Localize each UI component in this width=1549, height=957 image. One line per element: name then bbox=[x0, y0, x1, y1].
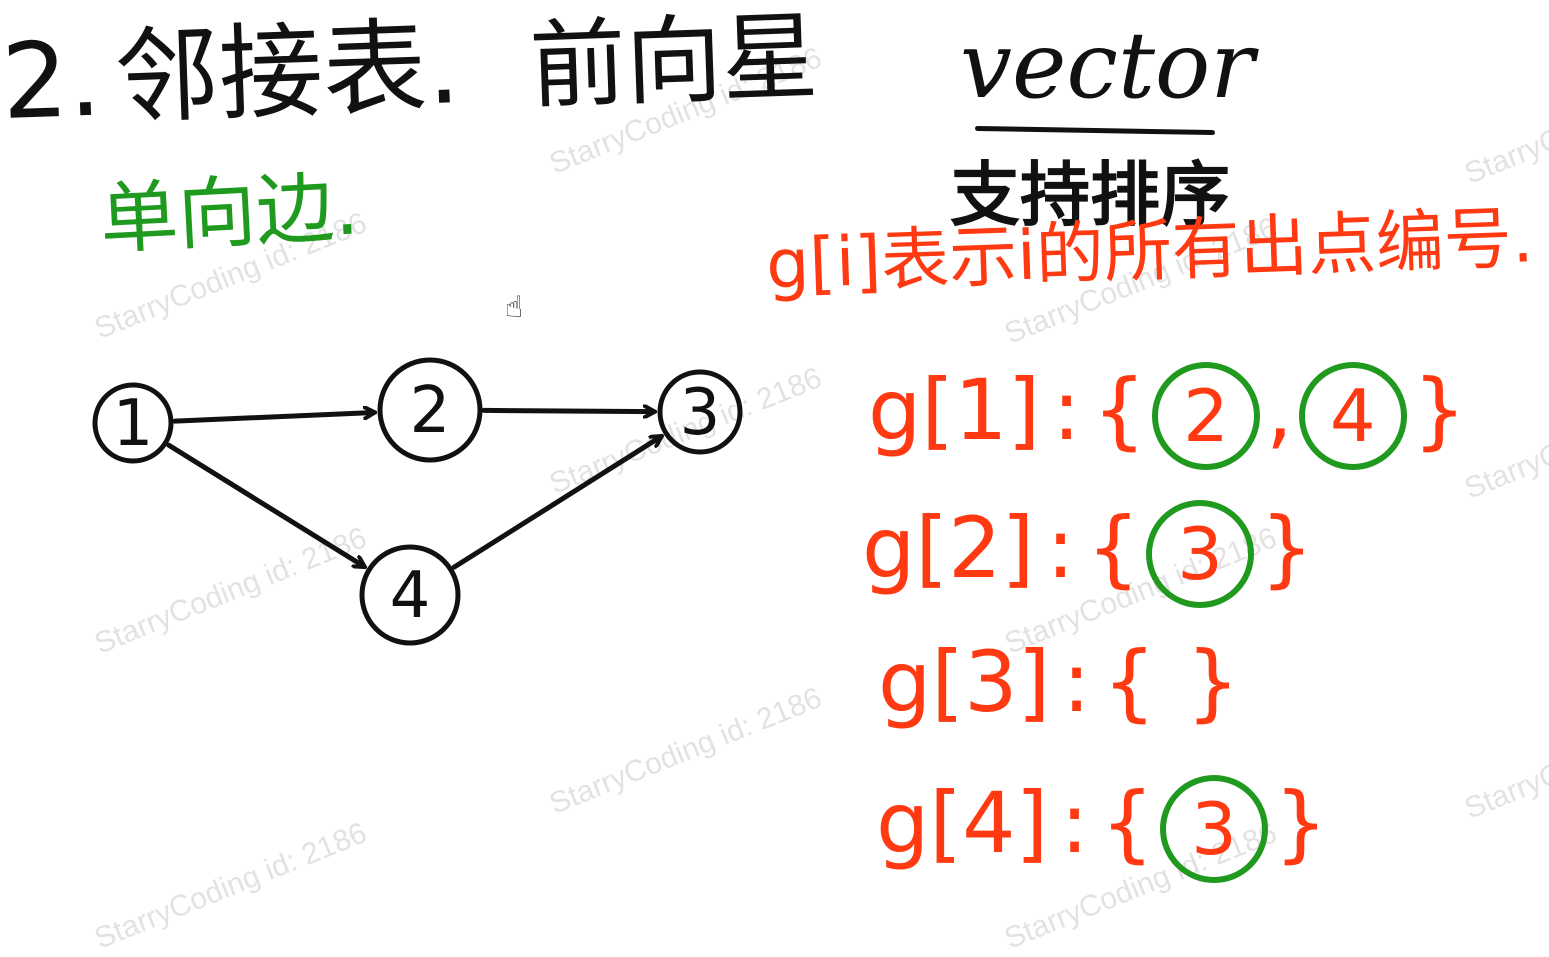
adjacency-row: g[2]:{3} bbox=[862, 500, 1314, 608]
brace-open: { bbox=[1086, 498, 1141, 597]
adjacency-separator: : bbox=[1052, 360, 1081, 459]
adjacency-separator: : bbox=[1046, 498, 1075, 597]
graph-node-2: 2 bbox=[377, 357, 483, 463]
adjacency-value: 2 bbox=[1152, 362, 1261, 470]
brace-open: { bbox=[1102, 633, 1157, 731]
node-label: 4 bbox=[390, 559, 431, 633]
brace-close: } bbox=[1186, 633, 1240, 731]
adjacency-separator: : bbox=[1060, 773, 1089, 872]
adjacency-key: g[4] bbox=[876, 773, 1049, 872]
adjacency-row: g[1]:{2, 4} bbox=[868, 362, 1466, 470]
adjacency-row: g[4]:{3} bbox=[876, 775, 1328, 883]
edge-1-2 bbox=[172, 412, 374, 424]
node-label: 3 bbox=[680, 376, 721, 450]
adjacency-value: 3 bbox=[1160, 775, 1269, 883]
graph-node-1: 1 bbox=[92, 382, 174, 464]
edge-1-4 bbox=[166, 442, 364, 566]
node-label: 1 bbox=[113, 387, 154, 461]
brace-close: } bbox=[1412, 360, 1467, 459]
hand-cursor-icon: ☝ bbox=[505, 290, 524, 325]
edge-2-3 bbox=[481, 410, 654, 411]
adjacency-key: g[3] bbox=[878, 633, 1051, 731]
adjacency-value: 4 bbox=[1298, 362, 1407, 470]
graph-node-3: 3 bbox=[657, 369, 743, 455]
graph-node-4: 4 bbox=[359, 544, 461, 646]
brace-close: } bbox=[1274, 773, 1328, 872]
adjacency-key: g[1] bbox=[868, 360, 1041, 459]
brace-close: } bbox=[1260, 498, 1314, 597]
node-label: 2 bbox=[410, 374, 451, 448]
adjacency-key: g[2] bbox=[862, 498, 1035, 597]
brace-open: { bbox=[1100, 773, 1155, 872]
adjacency-separator: : bbox=[1062, 633, 1091, 731]
edge-4-3 bbox=[451, 437, 661, 570]
adjacency-value: 3 bbox=[1146, 500, 1255, 608]
adjacency-row: g[3]:{} bbox=[878, 640, 1240, 724]
value-comma: , bbox=[1266, 360, 1293, 459]
brace-open: { bbox=[1092, 360, 1147, 459]
